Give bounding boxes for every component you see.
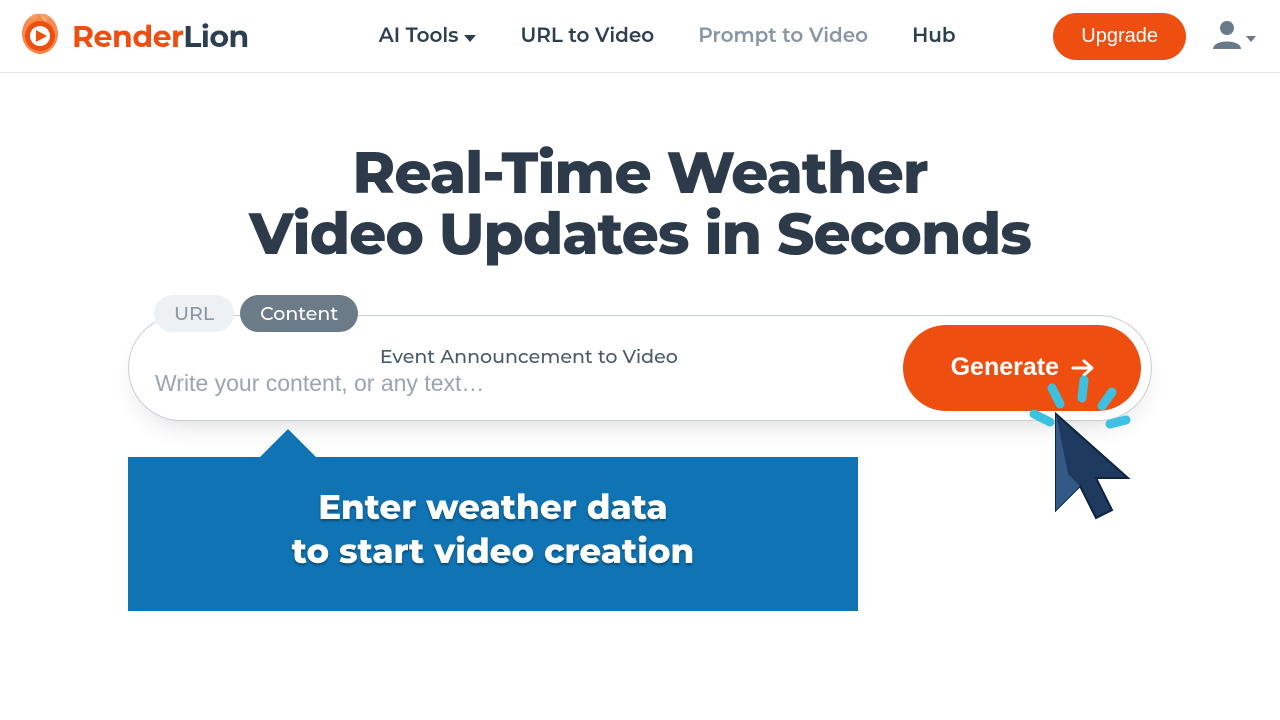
generate-button[interactable]: Generate (903, 325, 1141, 411)
tab-content[interactable]: Content (240, 295, 358, 332)
prompt-input[interactable] (155, 370, 903, 397)
prompt-left: Event Announcement to Video (155, 339, 903, 397)
app-header: RenderLion AI Tools URL to Video Prompt … (0, 0, 1280, 73)
chevron-down-icon (464, 35, 476, 42)
nav-ai-tools-label: AI Tools (379, 24, 459, 48)
logo-icon (16, 10, 64, 63)
chevron-down-icon (1246, 36, 1256, 42)
nav-prompt-to-video[interactable]: Prompt to Video (698, 24, 868, 48)
tutorial-callout: Enter weather data to start video creati… (128, 457, 858, 611)
main-nav: AI Tools URL to Video Prompt to Video Hu… (379, 24, 956, 48)
nav-ai-tools[interactable]: AI Tools (379, 24, 477, 48)
input-mode-tabs: URL Content (154, 295, 358, 332)
prompt-area: URL Content Event Announcement to Video … (128, 315, 1152, 611)
tab-url[interactable]: URL (154, 295, 234, 332)
nav-hub[interactable]: Hub (912, 24, 956, 48)
hero: Real-Time Weather Video Updates in Secon… (0, 73, 1280, 611)
user-menu[interactable] (1210, 19, 1256, 54)
upgrade-button[interactable]: Upgrade (1053, 13, 1186, 60)
nav-url-to-video[interactable]: URL to Video (520, 24, 654, 48)
header-right: Upgrade (1053, 13, 1256, 60)
logo[interactable]: RenderLion (16, 10, 249, 63)
page-title: Real-Time Weather Video Updates in Secon… (0, 143, 1280, 265)
tutorial-callout-text: Enter weather data to start video creati… (148, 485, 838, 573)
arrow-right-icon (1069, 354, 1097, 382)
prompt-category-label: Event Announcement to Video (155, 345, 903, 368)
user-icon (1210, 19, 1244, 54)
logo-text: RenderLion (72, 18, 249, 55)
